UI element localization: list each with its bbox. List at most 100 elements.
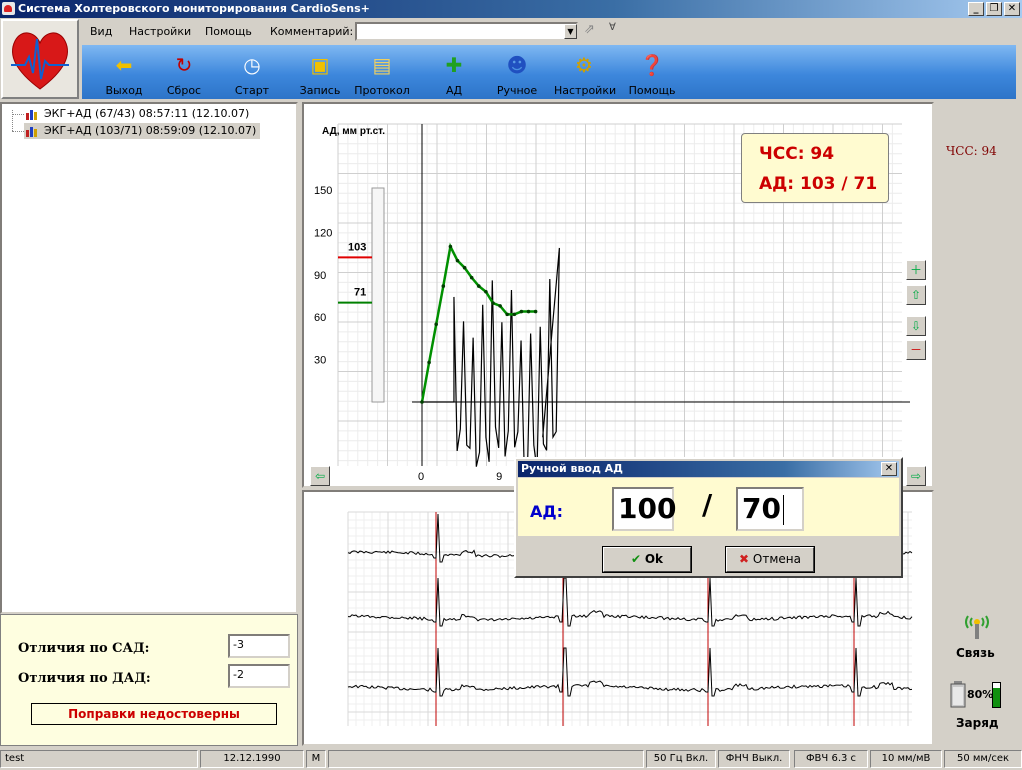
toolbar-label: Старт bbox=[234, 84, 270, 97]
toolbar-label: Сброс bbox=[166, 84, 202, 97]
tree-connector bbox=[12, 110, 13, 131]
pressure-point bbox=[519, 309, 524, 314]
toolbar-label: Ручное bbox=[496, 84, 538, 97]
systolic-marker-label: 103 bbox=[348, 241, 366, 253]
help-book-icon: ❓ bbox=[639, 53, 665, 77]
zoom-in-button[interactable]: ＋ bbox=[906, 260, 926, 280]
checkmark-icon: ✔ bbox=[630, 552, 642, 566]
window-title: Система Холтеровского мониторирования Ca… bbox=[18, 2, 370, 15]
cancel-button[interactable]: ✖ Отмена bbox=[726, 547, 814, 572]
pressure-point bbox=[477, 284, 481, 288]
toolbar-button-manual-user[interactable]: ☻ Ручное bbox=[487, 49, 547, 97]
zoom-out-button[interactable]: － bbox=[906, 340, 926, 360]
tree-item-label: ЭКГ+АД (67/43) 08:57:11 (12.10.07) bbox=[44, 107, 250, 120]
settings-icon: ⚙ bbox=[575, 53, 593, 77]
toolbar-label: Выход bbox=[105, 84, 143, 97]
toolbar-button-clock[interactable]: ◷ Старт bbox=[222, 49, 282, 97]
manual-bp-dialog: Ручной ввод АД ✕ АД: 100 / 70 ✔ Ok ✖ Отм… bbox=[514, 457, 903, 578]
pressure-point bbox=[526, 309, 531, 314]
pressure-point bbox=[512, 312, 517, 317]
title-bar: Система Холтеровского мониторирования Ca… bbox=[0, 0, 1022, 18]
status-cell: M bbox=[306, 750, 326, 768]
toolbar-label: Помощь bbox=[628, 84, 676, 97]
toolbar-label: Протокол bbox=[354, 84, 410, 97]
ecg-trace bbox=[347, 577, 913, 627]
diastolic-marker-label: 71 bbox=[354, 287, 366, 299]
comment-options-icon[interactable]: ∀ bbox=[609, 22, 616, 33]
status-cell: 50 Гц Вкл. bbox=[646, 750, 716, 768]
manual-user-icon: ☻ bbox=[506, 53, 528, 77]
cardiosens-logo bbox=[1, 19, 79, 99]
record-chart-icon bbox=[26, 110, 37, 120]
status-cell: test bbox=[0, 750, 198, 768]
record-chart-icon bbox=[26, 127, 37, 137]
toolbar-button-protocol[interactable]: ▤ Протокол bbox=[352, 49, 412, 97]
toolbar-button-settings[interactable]: ⚙ Настройки bbox=[554, 49, 617, 97]
toolbar-button-record[interactable]: ▣ Запись bbox=[290, 49, 350, 97]
signal-antenna-icon bbox=[964, 610, 990, 643]
toolbar-label: АД bbox=[445, 84, 463, 97]
systolic-input[interactable]: 100 bbox=[612, 487, 676, 531]
pressure-point bbox=[469, 275, 474, 280]
toolbar-scroll[interactable] bbox=[1016, 45, 1022, 99]
dialog-close-button[interactable]: ✕ bbox=[881, 462, 897, 476]
pressure-point bbox=[462, 265, 467, 270]
tree-item-record[interactable]: ЭКГ+АД (67/43) 08:57:11 (12.10.07) bbox=[24, 106, 253, 122]
link-label: Связь bbox=[956, 646, 995, 660]
pressure-point bbox=[491, 301, 495, 305]
main-toolbar: ⬅ Выход ↻ Сброс ◷ Старт ▣ Запись ▤ Протокол ✚ АД ☻ Ру… bbox=[82, 45, 1016, 99]
tree-item-record[interactable]: ЭКГ+АД (103/71) 08:59:09 (12.10.07) bbox=[24, 123, 261, 139]
battery-indicator: 80% bbox=[950, 680, 1004, 710]
menu-bar: Вид Настройки Помощь Комментарий: ▼ ⇗ ∀ bbox=[82, 19, 1016, 45]
pressure-point bbox=[533, 309, 538, 314]
toolbar-label: Запись bbox=[299, 84, 341, 97]
hr-value: ЧСС: 94 bbox=[759, 144, 835, 164]
status-cell: ФВЧ 6.3 с bbox=[794, 750, 868, 768]
minimize-button[interactable]: _ bbox=[968, 2, 984, 16]
scroll-right-button[interactable]: ⇨ bbox=[906, 466, 926, 486]
tree-connector bbox=[12, 114, 24, 115]
y-tick-label: 150 bbox=[314, 185, 332, 197]
exit-icon: ⬅ bbox=[115, 53, 133, 77]
vitals-box: ЧСС: 94 АД: 103 / 71 bbox=[741, 133, 889, 203]
status-cell: ФНЧ Выкл. bbox=[718, 750, 790, 768]
pressure-point bbox=[455, 258, 460, 263]
toolbar-label: Настройки bbox=[554, 84, 617, 97]
protocol-icon: ▤ bbox=[372, 53, 392, 77]
dad-diff-field[interactable]: -2 bbox=[228, 664, 290, 688]
sad-diff-field[interactable]: -3 bbox=[228, 634, 290, 658]
toolbar-button-reset[interactable]: ↻ Сброс bbox=[154, 49, 214, 97]
toolbar-button-bp[interactable]: ✚ АД bbox=[424, 49, 484, 97]
dialog-title: Ручной ввод АД bbox=[521, 462, 623, 475]
y-tick-label: 90 bbox=[314, 270, 326, 282]
close-button[interactable]: ✕ bbox=[1004, 2, 1020, 16]
comment-dropdown-button[interactable]: ▼ bbox=[564, 24, 577, 39]
comment-input[interactable] bbox=[355, 22, 578, 41]
comment-label: Комментарий: bbox=[270, 25, 354, 38]
menu-settings[interactable]: Настройки bbox=[129, 25, 191, 38]
ok-button[interactable]: ✔ Ok bbox=[603, 547, 691, 572]
records-tree: ЭКГ+АД (67/43) 08:57:11 (12.10.07) ЭКГ+АД… bbox=[0, 102, 298, 614]
tree-connector bbox=[12, 131, 24, 132]
oscillation-trace bbox=[422, 247, 560, 473]
scroll-left-button[interactable]: ⇦ bbox=[310, 466, 330, 486]
menu-view[interactable]: Вид bbox=[90, 25, 112, 38]
scroll-up-button[interactable]: ⇧ bbox=[906, 285, 926, 305]
corrections-warning: Поправки недостоверны bbox=[31, 703, 277, 725]
maximize-button[interactable]: ❐ bbox=[986, 2, 1002, 16]
sad-diff-label: Отличия по САД: bbox=[18, 641, 150, 656]
dialog-body: АД: 100 / 70 bbox=[518, 478, 899, 536]
menu-help[interactable]: Помощь bbox=[205, 25, 252, 38]
scroll-down-button[interactable]: ⇩ bbox=[906, 316, 926, 336]
bp-separator: / bbox=[702, 488, 713, 521]
apply-comment-icon[interactable]: ⇗ bbox=[584, 22, 595, 37]
toolbar-button-exit[interactable]: ⬅ Выход bbox=[94, 49, 154, 97]
pressure-column bbox=[371, 187, 385, 403]
diastolic-input[interactable]: 70 bbox=[736, 487, 804, 531]
x-tick-label: 9 bbox=[496, 471, 502, 483]
corrections-panel: Отличия по САД: -3 Отличия по ДАД: -2 По… bbox=[0, 614, 298, 746]
pressure-point bbox=[427, 360, 431, 365]
y-tick-label: 60 bbox=[314, 312, 326, 324]
pressure-point bbox=[505, 312, 509, 317]
toolbar-button-help-book[interactable]: ❓ Помощь bbox=[622, 49, 682, 97]
